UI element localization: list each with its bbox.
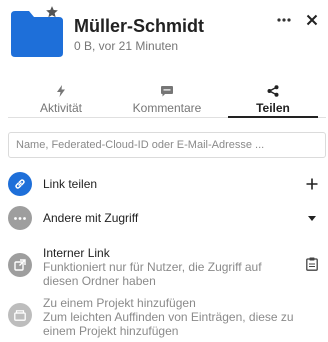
- internal-link-text: Interner Link Funktioniert nur für Nutze…: [43, 246, 275, 288]
- sidebar-tabs: Aktivität Kommentare Teilen: [8, 80, 326, 118]
- external-link-icon: [8, 253, 32, 277]
- others-with-access-label: Andere mit Zugriff: [43, 211, 139, 225]
- link-icon: [8, 172, 32, 196]
- add-to-project-subtitle: Zum leichten Auffinden von Einträgen, di…: [43, 310, 294, 338]
- close-button[interactable]: [300, 8, 324, 32]
- internal-link-subtitle: Funktioniert nur für Nutzer, die Zugriff…: [43, 260, 262, 288]
- add-to-project-text: Zu einem Projekt hinzufügen Zum leichten…: [43, 296, 323, 338]
- add-to-project-title: Zu einem Projekt hinzufügen: [43, 296, 196, 310]
- add-to-project-row[interactable]: Zu einem Projekt hinzufügen Zum leichten…: [8, 296, 326, 338]
- internal-link-row: Interner Link Funktioniert nur für Nutze…: [8, 246, 326, 288]
- more-options-button[interactable]: [272, 8, 296, 32]
- clipboard-icon: [306, 257, 318, 271]
- close-icon: [306, 14, 318, 26]
- tab-activity[interactable]: Aktivität: [8, 80, 114, 117]
- file-name: Müller-Schmidt: [74, 16, 205, 36]
- tab-activity-label: Aktivität: [39, 101, 82, 115]
- share-search-input[interactable]: [8, 132, 326, 158]
- share-icon: [267, 84, 279, 98]
- plus-icon: [306, 178, 318, 190]
- favorite-star-icon[interactable]: [45, 5, 59, 19]
- internal-link-title: Interner Link: [43, 246, 110, 260]
- flash-icon: [57, 84, 65, 98]
- caret-down-icon: [308, 215, 316, 221]
- copy-internal-link-button[interactable]: [304, 256, 320, 272]
- tab-comments[interactable]: Kommentare: [114, 80, 220, 117]
- project-icon: [8, 303, 32, 327]
- comment-icon: [161, 84, 173, 98]
- tab-sharing-label: Teilen: [256, 101, 290, 115]
- more-icon: [8, 206, 32, 230]
- more-icon: [277, 18, 291, 22]
- expand-others-button[interactable]: [304, 210, 320, 226]
- file-meta: 0 B, vor 21 Minuten: [74, 39, 179, 53]
- sidebar-header: Müller-Schmidt 0 B, vor 21 Minuten: [0, 0, 328, 72]
- tab-sharing[interactable]: Teilen: [220, 80, 326, 118]
- add-share-link-button[interactable]: [304, 176, 320, 192]
- share-link-label: Link teilen: [43, 177, 98, 191]
- tab-comments-label: Kommentare: [132, 101, 202, 115]
- share-link-row[interactable]: Link teilen: [8, 172, 326, 196]
- others-with-access-row[interactable]: Andere mit Zugriff: [8, 206, 326, 230]
